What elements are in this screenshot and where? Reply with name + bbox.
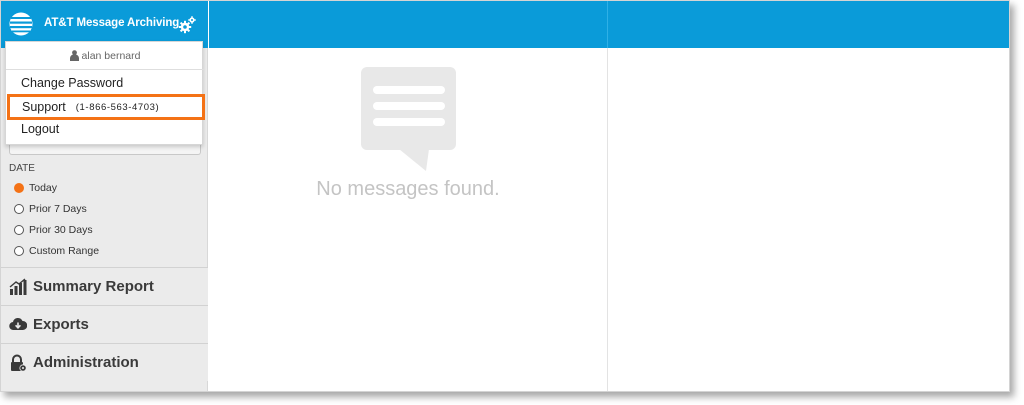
menu-item-logout[interactable]: Logout xyxy=(21,122,59,136)
gear-icon[interactable] xyxy=(177,15,197,35)
menu-item-change-password[interactable]: Change Password xyxy=(21,76,123,90)
date-option-label: Prior 7 Days xyxy=(29,203,87,215)
pane-divider-top xyxy=(607,1,608,48)
radio-icon[interactable] xyxy=(14,204,24,214)
username-label: alan bernard xyxy=(81,49,141,62)
message-detail-header xyxy=(608,1,1009,48)
date-option-label: Custom Range xyxy=(29,245,100,257)
date-option-custom-range[interactable]: Custom Range xyxy=(14,243,99,259)
user-icon xyxy=(69,50,79,61)
menu-username: alan bernard xyxy=(6,42,204,70)
date-option-prior-7-days[interactable]: Prior 7 Days xyxy=(14,201,87,217)
bar-chart-icon xyxy=(9,277,27,295)
nav-summary-report[interactable]: Summary Report xyxy=(1,267,208,305)
app-title: AT&T Message Archiving xyxy=(44,17,180,29)
nav-label: Summary Report xyxy=(33,278,154,295)
nav-administration[interactable]: Administration xyxy=(1,343,208,381)
radio-icon[interactable] xyxy=(14,246,24,256)
empty-state-message: No messages found. xyxy=(316,178,500,200)
support-phone: (1-866-563-4703) xyxy=(75,101,160,113)
app-window: AT&T Message Archiving DATE Today Prior … xyxy=(0,0,1010,392)
date-option-label: Prior 30 Days xyxy=(29,224,93,236)
support-label: Support xyxy=(22,100,66,114)
radio-icon[interactable] xyxy=(14,225,24,235)
user-menu-dropdown: alan bernard Change Password Support (1-… xyxy=(5,41,205,145)
menu-item-support[interactable]: Support (1-866-563-4703) xyxy=(7,94,205,120)
date-filter-label: DATE xyxy=(9,163,35,174)
pane-divider[interactable] xyxy=(607,1,608,391)
date-option-prior-30-days[interactable]: Prior 30 Days xyxy=(14,222,93,238)
lock-gear-icon xyxy=(11,354,27,372)
message-bubble-icon xyxy=(361,67,456,171)
radio-selected-icon[interactable] xyxy=(14,183,24,193)
nav-exports[interactable]: Exports xyxy=(1,305,208,343)
att-globe-icon xyxy=(9,12,33,36)
nav-label: Exports xyxy=(33,316,89,333)
cloud-download-icon xyxy=(9,317,27,330)
message-list-header xyxy=(209,1,607,48)
date-option-today[interactable]: Today xyxy=(14,180,57,196)
date-option-label: Today xyxy=(29,182,58,194)
nav-label: Administration xyxy=(33,354,139,371)
